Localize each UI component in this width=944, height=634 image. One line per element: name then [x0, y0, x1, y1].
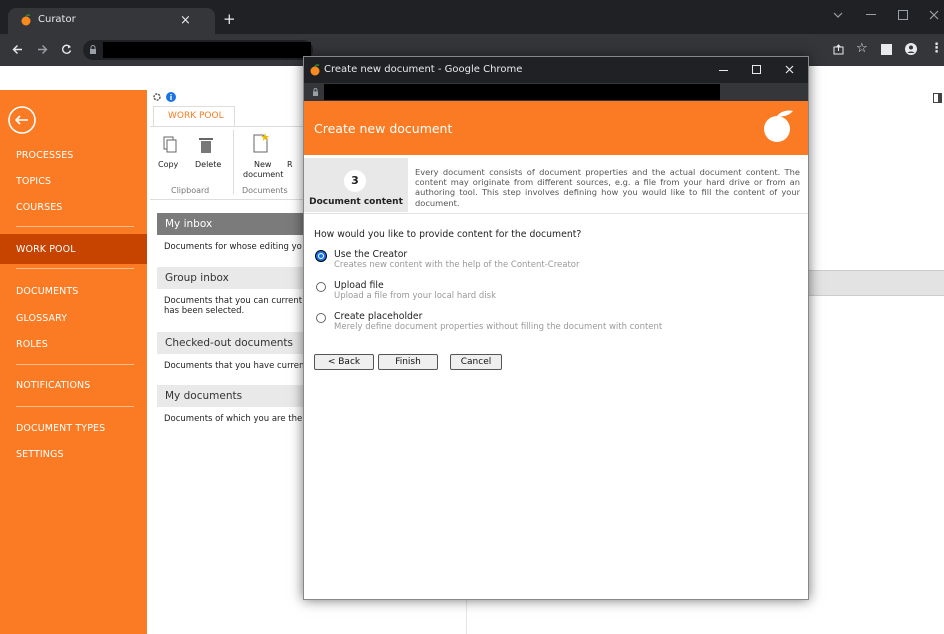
tab-work-pool[interactable]: WORK POOL: [153, 106, 235, 126]
address-redacted: [103, 42, 311, 58]
sidebar-item-work-pool[interactable]: WORK POOL: [16, 244, 76, 255]
step-label: Document content: [309, 197, 403, 207]
dialog-title-bar: Create new document - Google Chrome: [304, 57, 808, 83]
sidebar-item-notifications[interactable]: NOTIFICATIONS: [16, 380, 90, 391]
clipboard-group-label: Clipboard: [171, 186, 210, 195]
cancel-button[interactable]: Cancel: [450, 354, 502, 370]
side-panel-icon[interactable]: [881, 44, 892, 55]
section-group-inbox[interactable]: Group inbox: [157, 267, 307, 289]
radio-selected[interactable]: [316, 251, 326, 261]
radio-unselected[interactable]: [316, 282, 326, 292]
sidebar-divider: [16, 226, 134, 227]
close-window-icon[interactable]: [929, 10, 939, 20]
section-my-inbox[interactable]: My inbox: [157, 213, 307, 235]
section-desc: Documents that you can current: [164, 296, 303, 306]
lock-icon: [312, 88, 319, 96]
maximize-icon[interactable]: [898, 10, 908, 20]
copy-icon: [163, 136, 177, 154]
sidebar: [0, 90, 147, 634]
section-desc: Documents that you have curren: [164, 361, 305, 371]
step-number: 3: [344, 170, 366, 192]
tab-search-icon[interactable]: [833, 11, 843, 19]
lock-icon: [89, 45, 97, 54]
section-my-documents[interactable]: My documents: [157, 385, 307, 407]
back-circle-icon[interactable]: [7, 105, 37, 135]
step-description: Every document consists of document prop…: [415, 167, 800, 208]
sidebar-item-glossary[interactable]: GLOSSARY: [16, 313, 67, 324]
documents-group-label: Documents: [242, 186, 288, 195]
bookmark-star-icon[interactable]: ☆: [856, 41, 868, 56]
dialog-window-title: Create new document - Google Chrome: [324, 64, 523, 75]
sidebar-item-topics[interactable]: TOPICS: [16, 176, 51, 187]
trash-icon: [199, 136, 213, 154]
orange-logo-icon: [761, 108, 795, 144]
sidebar-divider: [16, 364, 134, 365]
list-header-bar: [804, 270, 944, 296]
sidebar-divider: [16, 268, 134, 269]
sidebar-divider: [16, 406, 134, 407]
close-window-icon[interactable]: [785, 65, 794, 74]
dialog-header: Create new document: [304, 101, 808, 155]
option-label: Create placeholder: [334, 311, 423, 322]
section-checked-out[interactable]: Checked-out documents: [157, 332, 307, 354]
option-label: Use the Creator: [334, 249, 408, 260]
info-icon[interactable]: [166, 92, 176, 102]
new-tab-icon[interactable]: +: [223, 10, 236, 28]
profile-icon[interactable]: [905, 43, 917, 55]
new-document-icon: [253, 133, 269, 153]
menu-dots-icon[interactable]: ⋮: [930, 41, 943, 56]
sidebar-item-documents[interactable]: DOCUMENTS: [16, 286, 78, 297]
content-question: How would you like to provide content fo…: [314, 229, 582, 240]
ribbon-divider: [233, 130, 234, 194]
share-icon[interactable]: [833, 44, 844, 55]
dialog-header-title: Create new document: [314, 121, 453, 136]
new-document-label-1[interactable]: New: [254, 160, 271, 169]
option-label: Upload file: [334, 280, 384, 291]
reload-icon[interactable]: [61, 44, 72, 55]
section-desc-2: has been selected.: [164, 306, 245, 316]
browser-tab[interactable]: Curator ×: [8, 8, 215, 34]
finish-button[interactable]: Finish: [378, 354, 438, 370]
ribbon-cut-label[interactable]: R: [287, 160, 293, 169]
create-document-dialog: Create new document - Google Chrome Crea…: [303, 56, 809, 600]
minimize-icon[interactable]: [719, 70, 728, 72]
sidebar-item-courses[interactable]: COURSES: [16, 202, 62, 213]
new-document-label-2[interactable]: document: [243, 170, 283, 179]
maximize-icon[interactable]: [752, 65, 761, 74]
orange-favicon-icon: [309, 64, 321, 76]
option-sublabel: Creates new content with the help of the…: [334, 260, 580, 270]
dialog-divider: [304, 213, 808, 214]
section-desc: Documents of which you are the: [164, 414, 303, 424]
delete-button[interactable]: Delete: [195, 160, 221, 169]
sidebar-item-settings[interactable]: SETTINGS: [16, 449, 64, 460]
option-sublabel: Merely define document properties withou…: [334, 322, 663, 332]
sidebar-item-document-types[interactable]: DOCUMENT TYPES: [16, 423, 105, 434]
forward-arrow-icon[interactable]: [37, 44, 48, 55]
dialog-url-redacted: [324, 84, 720, 100]
option-sublabel: Upload a file from your local hard disk: [334, 291, 496, 301]
minimize-icon[interactable]: [866, 14, 876, 16]
back-arrow-icon[interactable]: [12, 44, 23, 55]
expand-icon[interactable]: [933, 93, 942, 103]
copy-button[interactable]: Copy: [158, 160, 178, 169]
tab-close-icon[interactable]: ×: [180, 13, 191, 28]
back-button[interactable]: < Back: [314, 354, 374, 370]
section-desc: Documents for whose editing yo: [164, 242, 302, 252]
step-indicator: 3 Document content: [304, 158, 408, 212]
sidebar-item-roles[interactable]: ROLES: [16, 339, 48, 350]
radio-unselected[interactable]: [316, 313, 326, 323]
orange-favicon-icon: [20, 14, 32, 26]
settings-gear-icon[interactable]: [152, 92, 162, 102]
sidebar-item-processes[interactable]: PROCESSES: [16, 150, 73, 161]
tab-title: Curator: [38, 14, 76, 25]
